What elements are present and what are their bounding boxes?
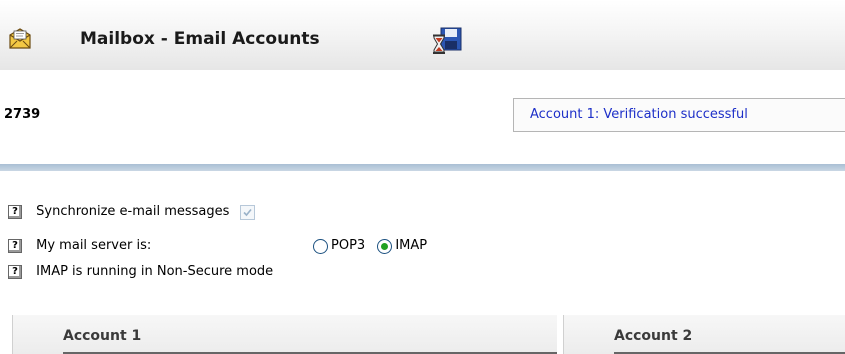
sync-row: ? Synchronize e-mail messages	[8, 202, 255, 222]
account-2-title: Account 2	[614, 328, 693, 344]
section-divider	[0, 164, 845, 171]
account-number: 2739	[4, 107, 41, 122]
tab-account-2[interactable]: Account 2	[563, 315, 845, 354]
sync-checkbox[interactable]	[239, 204, 255, 220]
mailbox-icon	[6, 25, 34, 53]
mail-server-row: ? My mail server is: POP3 IMAP	[8, 236, 608, 256]
help-icon[interactable]: ?	[8, 239, 22, 253]
mail-server-label: My mail server is:	[36, 238, 152, 253]
secure-mode-note: IMAP is running in Non-Secure mode	[36, 264, 274, 279]
pop3-radio[interactable]	[313, 238, 328, 254]
help-icon[interactable]: ?	[8, 265, 22, 279]
imap-radio[interactable]	[377, 238, 393, 254]
mail-server-radio-group: POP3 IMAP	[313, 236, 435, 256]
tab-account-1[interactable]: Account 1	[12, 315, 557, 354]
sync-label: Synchronize e-mail messages	[36, 204, 230, 219]
save-floppy-hourglass-icon[interactable]	[430, 24, 464, 58]
pop3-label: POP3	[331, 238, 366, 253]
account-1-title: Account 1	[63, 328, 142, 344]
imap-label: IMAP	[395, 238, 428, 253]
page-header: Mailbox - Email Accounts	[0, 0, 845, 70]
status-message: Account 1: Verification successful	[513, 98, 845, 132]
help-icon[interactable]: ?	[8, 205, 22, 219]
page-title: Mailbox - Email Accounts	[80, 29, 320, 49]
secure-mode-row: ? IMAP is running in Non-Secure mode	[8, 262, 273, 282]
